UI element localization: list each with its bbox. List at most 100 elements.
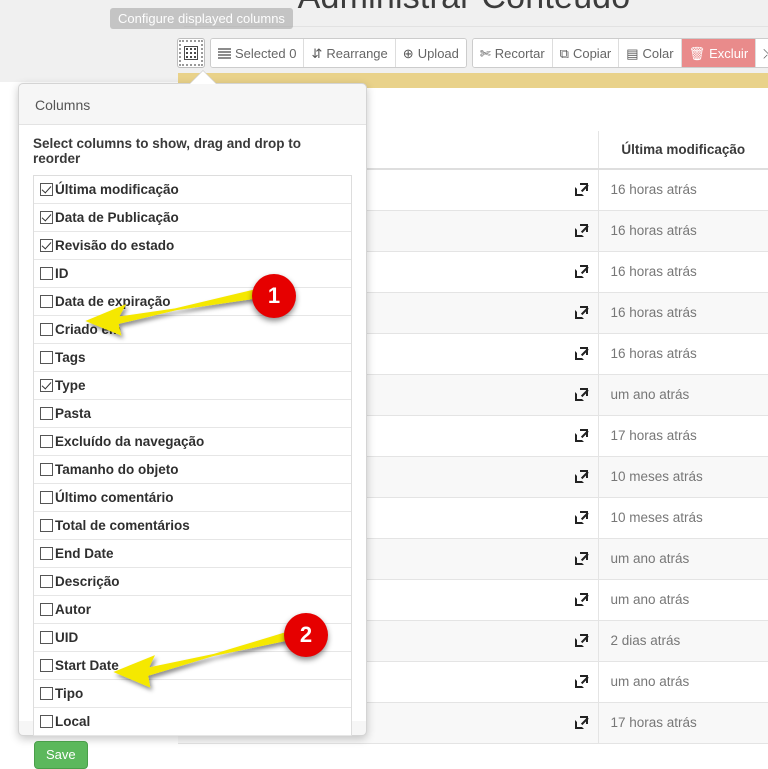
column-option[interactable]: Excluído da navegação [34,428,351,456]
delete-button-label: Excluir [709,46,748,61]
row-link-cell[interactable] [566,415,598,456]
row-link-cell[interactable] [566,333,598,374]
row-modified-cell: um ano atrás [598,374,768,415]
save-button[interactable]: Save [34,741,88,769]
delete-button[interactable]: 🗑 Excluir [682,39,757,67]
external-link-icon[interactable] [575,511,588,524]
column-option[interactable]: Tamanho do objeto [34,456,351,484]
checkbox-unchecked-icon[interactable] [40,323,53,336]
checkbox-unchecked-icon[interactable] [40,407,53,420]
external-link-icon[interactable] [575,306,588,319]
checkbox-unchecked-icon[interactable] [40,715,53,728]
external-link-icon[interactable] [575,347,588,360]
selected-button-label: Selected 0 [235,46,296,61]
column-option[interactable]: Total de comentários [34,512,351,540]
upload-button[interactable]: ⊕ Upload [396,39,466,67]
column-option-label: Total de comentários [55,518,190,533]
annotation-arrow-2 [108,618,308,688]
checkbox-unchecked-icon[interactable] [40,519,53,532]
row-link-cell[interactable] [566,210,598,251]
column-option-label: Excluído da navegação [55,434,204,449]
copy-button-label: Copiar [573,46,611,61]
checkbox-unchecked-icon[interactable] [40,659,53,672]
checkbox-checked-icon[interactable] [40,183,53,196]
checkbox-unchecked-icon[interactable] [40,631,53,644]
popup-arrow [190,71,216,84]
column-option[interactable]: Revisão do estado [34,232,351,260]
row-link-cell[interactable] [566,620,598,661]
cut-button[interactable]: ✄ Recortar [473,39,553,67]
row-link-cell[interactable] [566,292,598,333]
row-modified-cell: 16 horas atrás [598,169,768,210]
column-option-label: Revisão do estado [55,238,174,253]
paste-button[interactable]: ▤ Colar [619,39,681,67]
column-option[interactable]: Local [34,708,351,736]
checkbox-unchecked-icon[interactable] [40,435,53,448]
row-modified-cell: 17 horas atrás [598,415,768,456]
toolbar: Selected 0 ⇵ Rearrange ⊕ Upload ✄ Recort… [177,38,768,68]
checkbox-unchecked-icon[interactable] [40,295,53,308]
popup-instructions: Select columns to show, drag and drop to… [33,135,352,175]
column-option[interactable]: Pasta [34,400,351,428]
row-link-cell[interactable] [566,579,598,620]
column-option-label: Tags [55,350,86,365]
column-option-label: ID [55,266,69,281]
external-link-icon[interactable] [575,716,588,729]
checkbox-unchecked-icon[interactable] [40,267,53,280]
row-link-cell[interactable] [566,456,598,497]
selected-button[interactable]: Selected 0 [211,39,304,67]
row-link-cell[interactable] [566,497,598,538]
row-link-cell[interactable] [566,702,598,743]
configure-columns-button[interactable] [177,38,205,68]
external-link-icon[interactable] [575,224,588,237]
column-option-label: Pasta [55,406,91,421]
checkbox-unchecked-icon[interactable] [40,491,53,504]
column-option-label: Data de Publicação [55,210,179,225]
external-link-icon[interactable] [575,265,588,278]
row-modified-cell: 16 horas atrás [598,333,768,374]
external-link-icon[interactable] [575,552,588,565]
row-link-cell[interactable] [566,251,598,292]
column-option[interactable]: Descrição [34,568,351,596]
checkbox-checked-icon[interactable] [40,239,53,252]
column-option[interactable]: End Date [34,540,351,568]
sort-icon: ⇵ [311,47,322,60]
checkbox-unchecked-icon[interactable] [40,463,53,476]
row-link-cell[interactable] [566,169,598,210]
external-link-icon[interactable] [575,593,588,606]
rename-button[interactable]: ⤭ Renome [756,39,768,67]
column-option[interactable]: Último comentário [34,484,351,512]
shuffle-icon: ⤭ [763,47,768,60]
column-header-modified[interactable]: Última modificação [598,131,768,169]
row-modified-cell: 17 horas atrás [598,702,768,743]
column-option-label: Type [55,378,86,393]
external-link-icon[interactable] [575,634,588,647]
row-link-cell[interactable] [566,374,598,415]
checkbox-checked-icon[interactable] [40,211,53,224]
checkbox-unchecked-icon[interactable] [40,603,53,616]
checkbox-unchecked-icon[interactable] [40,351,53,364]
copy-button[interactable]: ⧉ Copiar [553,39,620,67]
external-link-icon[interactable] [575,470,588,483]
column-option[interactable]: Tags [34,344,351,372]
external-link-icon[interactable] [575,675,588,688]
column-option[interactable]: Type [34,372,351,400]
row-modified-cell: um ano atrás [598,661,768,702]
column-option-label: UID [55,630,78,645]
column-option[interactable]: Data de Publicação [34,204,351,232]
checkbox-unchecked-icon[interactable] [40,687,53,700]
checkbox-unchecked-icon[interactable] [40,547,53,560]
checkbox-checked-icon[interactable] [40,379,53,392]
external-link-icon[interactable] [575,388,588,401]
external-link-icon[interactable] [575,183,588,196]
column-option-label: Descrição [55,574,120,589]
popup-title: Columns [19,84,366,125]
column-option-label: Autor [55,602,91,617]
column-option[interactable]: Última modificação [34,176,351,204]
row-link-cell[interactable] [566,661,598,702]
row-link-cell[interactable] [566,538,598,579]
checkbox-unchecked-icon[interactable] [40,575,53,588]
grid-icon [184,46,198,60]
rearrange-button[interactable]: ⇵ Rearrange [304,39,395,67]
external-link-icon[interactable] [575,429,588,442]
